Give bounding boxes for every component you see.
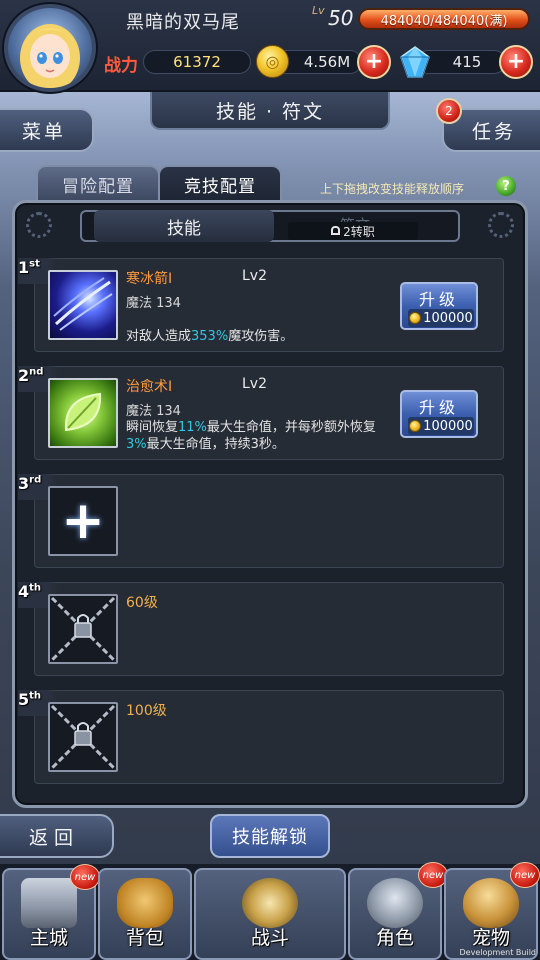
skill-type: 魔法 134 [126,296,181,311]
chain-lock-icon [50,596,116,662]
skill-type: 魔法 134 [126,404,181,419]
skill-description: 对敌人造成353%魔攻伤害。 [126,328,386,345]
gold-coin-icon [409,312,422,324]
power-value: 61372 [143,50,251,74]
new-badge: new [70,864,100,890]
frost-arrow-icon [48,270,118,340]
diamond-icon [400,46,430,78]
rank-suffix: th [29,690,42,702]
development-build-watermark: Development Build [459,948,536,957]
nav-label: 背包 [125,927,164,949]
skill-unlock-button[interactable]: 技能解锁 [210,814,330,858]
add-gems-button[interactable]: + [499,45,533,79]
player-level: 50 [328,6,354,30]
skill-level: Lv2 [242,376,267,392]
add-gold-button[interactable]: + [357,45,391,79]
leaf-icon [64,392,102,432]
back-button[interactable]: 返回 [0,814,114,858]
castle-icon [21,878,77,928]
power-label: 战力 [104,56,138,76]
backpack-icon [117,878,173,928]
tab-adventure-config[interactable]: 冒险配置 [36,165,160,201]
heal-leaf-icon [48,378,118,448]
desc-text: 最大生命值，并每秒额外恢复 [206,420,376,435]
add-skill-button[interactable]: + [48,486,118,556]
locked-chain-icon [48,702,118,772]
rank-suffix: nd [29,366,44,378]
desc-text: 对敌人造成 [126,329,192,344]
chain-lock-icon [50,704,116,770]
gear-ornament-icon [488,212,514,238]
task-count-badge: 2 [436,98,462,124]
nav-label: 角色 [375,927,414,949]
desc-text: 瞬间恢复 [126,420,179,435]
gold-coin-icon [409,420,422,432]
plus-icon: + [364,49,384,74]
gold-coin-icon: ◎ [256,45,289,78]
level-label: Lv [312,4,325,17]
hp-bar: 484040/484040(满) [358,8,530,30]
rune-lock-tag: 2转职 [288,222,418,240]
desc-highlight: 11% [178,420,207,435]
page-title: 技能 · 符文 [150,92,390,130]
nav-label: 宠物 [471,927,510,949]
upgrade-button[interactable]: 升级 100000 [400,390,478,438]
rank-number: 1 [18,258,30,277]
avatar-portrait-icon [20,24,80,88]
player-avatar[interactable] [4,4,96,92]
menu-button[interactable]: 菜单 [0,108,94,152]
player-name: 黑暗的双马尾 [126,12,240,33]
plus-icon: + [506,49,526,74]
skill-level: Lv2 [242,268,267,284]
gear-ornament-icon [26,212,52,238]
unlock-requirement: 60级 [126,595,158,611]
pet-egg-icon [463,878,519,928]
rank-suffix: st [29,258,40,270]
nav-label: 主城 [29,927,68,949]
upgrade-button[interactable]: 升级 100000 [400,282,478,330]
desc-highlight: 353% [191,329,229,344]
help-icon[interactable]: ? [496,176,516,196]
drag-hint: 上下拖拽改变技能释放顺序 [320,182,465,196]
nav-battle[interactable]: 战斗 [194,868,346,960]
skill-name: 治愈术I [126,379,173,395]
upgrade-label: 升级 [418,290,459,309]
hp-text: 484040/484040(满) [380,13,508,29]
upgrade-cost: 100000 [408,417,474,435]
rank-number: 4 [18,582,30,601]
coin-glyph: ◎ [265,52,280,71]
upgrade-cost: 100000 [408,309,474,327]
skill-description: 瞬间恢复11%最大生命值，并每秒额外恢复 3%最大生命值，持续3秒。 [126,419,386,453]
rank-suffix: th [29,582,42,594]
lock-icon [331,225,341,235]
desc-highlight: 3% [126,437,147,452]
nav-label: 战斗 [250,927,289,949]
frost-swirl-icon [53,277,113,331]
lock-text: 2转职 [343,224,375,239]
unlock-requirement: 100级 [126,703,167,719]
tab-arena-config[interactable]: 竞技配置 [158,165,282,201]
cost-value: 100000 [423,418,473,434]
rank-number: 3 [18,474,30,493]
skill-name: 寒冰箭I [126,271,173,287]
subtab-skill[interactable]: 技能 [94,210,274,242]
rank-suffix: rd [29,474,42,486]
nav-backpack[interactable]: 背包 [98,868,192,960]
add-icon: + [61,491,105,551]
desc-text: 魔攻伤害。 [228,329,294,344]
crossed-swords-icon [242,878,298,928]
upgrade-label: 升级 [418,398,459,417]
cost-value: 100000 [423,310,473,326]
locked-chain-icon [48,594,118,664]
rank-number: 5 [18,690,30,709]
new-badge: new [510,862,540,888]
rank-number: 2 [18,366,30,385]
character-helmet-icon [367,878,423,928]
help-glyph: ? [502,178,510,194]
desc-text: 最大生命值，持续3秒。 [146,437,285,452]
